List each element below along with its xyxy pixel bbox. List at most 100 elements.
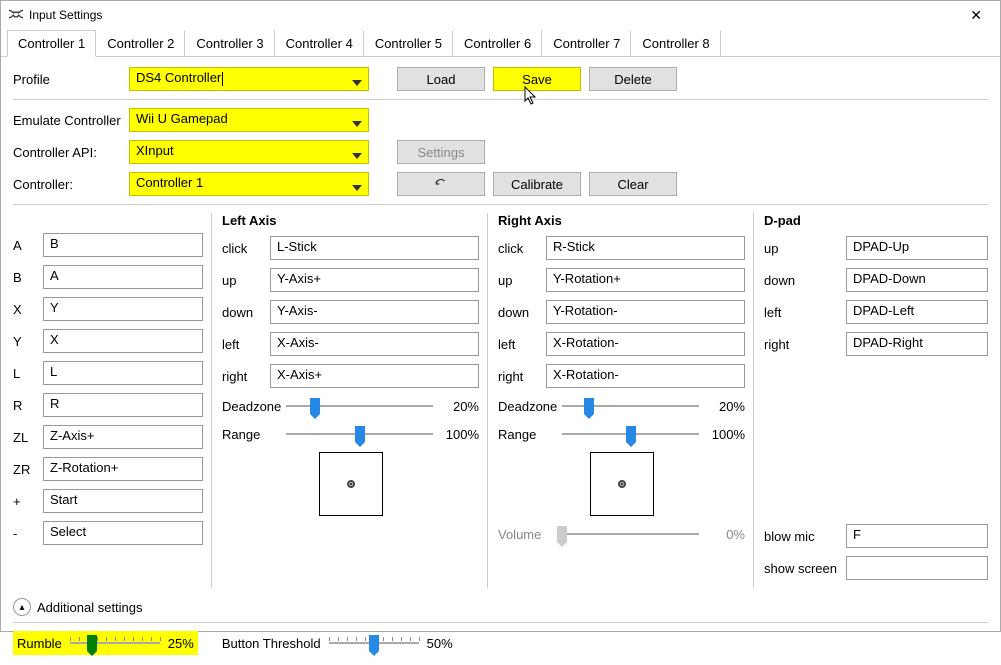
save-button[interactable]: Save xyxy=(493,67,581,91)
rightaxis-deadzone-slider[interactable] xyxy=(562,396,699,416)
leftaxis-range-slider[interactable] xyxy=(286,424,433,444)
rightaxis-map-input[interactable]: Y-Rotation- xyxy=(546,300,745,324)
leftaxis-map-label: left xyxy=(222,337,262,352)
threshold-value: 50% xyxy=(427,636,453,651)
close-button[interactable]: ✕ xyxy=(960,7,992,24)
rightaxis-deadzone-row: Deadzone 20% xyxy=(498,396,745,416)
leftaxis-map-row: upY-Axis+ xyxy=(222,268,479,292)
button-map-row: AB xyxy=(13,233,203,257)
dpad-map-input[interactable]: DPAD-Up xyxy=(846,236,988,260)
rightaxis-stick-visual xyxy=(590,452,654,516)
rightaxis-map-label: right xyxy=(498,369,538,384)
leftaxis-map-label: right xyxy=(222,369,262,384)
tab-controller-7[interactable]: Controller 7 xyxy=(542,30,631,57)
threshold-slider[interactable] xyxy=(329,633,419,653)
rightaxis-map-input[interactable]: X-Rotation- xyxy=(546,332,745,356)
rightaxis-map-label: click xyxy=(498,241,538,256)
dpad-map-label: left xyxy=(764,305,838,320)
leftaxis-map-input[interactable]: L-Stick xyxy=(270,236,479,260)
button-map-input[interactable]: L xyxy=(43,361,203,385)
leftaxis-map-row: downY-Axis- xyxy=(222,300,479,324)
buttons-column: ABBAXYYXLLRRZLZ-Axis+ZRZ-Rotation++Start… xyxy=(13,213,203,588)
tab-controller-3[interactable]: Controller 3 xyxy=(185,30,274,57)
rumble-slider[interactable] xyxy=(70,633,160,653)
api-row: Controller API: XInput Settings xyxy=(13,140,988,164)
window-title: Input Settings xyxy=(29,8,960,22)
leftaxis-map-row: left X-Axis- xyxy=(222,332,479,356)
volume-row: Volume 0% xyxy=(498,524,745,544)
button-map-row: YX xyxy=(13,329,203,353)
controller-select[interactable]: Controller 1 xyxy=(129,172,369,196)
tab-controller-2[interactable]: Controller 2 xyxy=(96,30,185,57)
dpad-map-row: downDPAD-Down xyxy=(764,268,988,292)
button-map-label: X xyxy=(13,302,35,317)
dpad-map-input[interactable]: DPAD-Down xyxy=(846,268,988,292)
button-map-label: R xyxy=(13,398,35,413)
load-button[interactable]: Load xyxy=(397,67,485,91)
blowmic-input[interactable]: F xyxy=(846,524,988,548)
dpad-map-input[interactable]: DPAD-Left xyxy=(846,300,988,324)
button-map-input[interactable]: X xyxy=(43,329,203,353)
titlebar: Input Settings ✕ xyxy=(1,1,1000,29)
leftaxis-map-row: click L-Stick xyxy=(222,236,479,260)
leftaxis-deadzone-row: Deadzone 20% xyxy=(222,396,479,416)
app-icon xyxy=(9,7,23,24)
button-map-row: -Select xyxy=(13,521,203,545)
dpad-map-input[interactable]: DPAD-Right xyxy=(846,332,988,356)
button-map-input[interactable]: Z-Axis+ xyxy=(43,425,203,449)
profile-select[interactable]: DS4 Controller xyxy=(129,67,369,91)
tab-controller-5[interactable]: Controller 5 xyxy=(364,30,453,57)
controller-row: Controller: Controller 1 Calibrate Clear xyxy=(13,172,988,196)
rightaxis-map-input[interactable]: X-Rotation- xyxy=(546,364,745,388)
leftaxis-heading: Left Axis xyxy=(222,213,479,228)
leftaxis-range-row: Range 100% xyxy=(222,424,479,444)
tab-controller-4[interactable]: Controller 4 xyxy=(275,30,364,57)
rumble-value: 25% xyxy=(168,636,194,651)
api-label: Controller API: xyxy=(13,145,121,160)
button-map-row: XY xyxy=(13,297,203,321)
leftaxis-map-input[interactable]: X-Axis+ xyxy=(270,364,479,388)
button-map-input[interactable]: Z-Rotation+ xyxy=(43,457,203,481)
api-select[interactable]: XInput xyxy=(129,140,369,164)
button-map-input[interactable]: Start xyxy=(43,489,203,513)
leftaxis-deadzone-slider[interactable] xyxy=(286,396,433,416)
button-map-input[interactable]: Y xyxy=(43,297,203,321)
refresh-button[interactable] xyxy=(397,172,485,196)
chevron-down-icon xyxy=(352,179,362,194)
rightaxis-map-input[interactable]: R-Stick xyxy=(546,236,745,260)
button-map-row: BA xyxy=(13,265,203,289)
emulate-row: Emulate Controller Wii U Gamepad xyxy=(13,108,988,132)
button-map-input[interactable]: R xyxy=(43,393,203,417)
showscreen-input[interactable] xyxy=(846,556,988,580)
rightaxis-range-slider[interactable] xyxy=(562,424,699,444)
button-map-label: ZL xyxy=(13,430,35,445)
tab-controller-6[interactable]: Controller 6 xyxy=(453,30,542,57)
button-map-input[interactable]: A xyxy=(43,265,203,289)
profile-value: DS4 Controller xyxy=(136,70,221,85)
dpad-column: D-pad upDPAD-UpdownDPAD-DownleftDPAD-Lef… xyxy=(753,213,988,588)
delete-button[interactable]: Delete xyxy=(589,67,677,91)
leftaxis-map-input[interactable]: X-Axis- xyxy=(270,332,479,356)
button-map-input[interactable]: Select xyxy=(43,521,203,545)
rightaxis-map-input[interactable]: Y-Rotation+ xyxy=(546,268,745,292)
additional-expand[interactable]: ▴ Additional settings xyxy=(13,598,988,616)
rightaxis-map-row: up Y-Rotation+ xyxy=(498,268,745,292)
leftaxis-map-label: click xyxy=(222,241,262,256)
rightaxis-map-label: up xyxy=(498,273,538,288)
button-map-label: A xyxy=(13,238,35,253)
settings-button: Settings xyxy=(397,140,485,164)
leftaxis-map-input[interactable]: Y-Axis- xyxy=(270,300,479,324)
button-map-input[interactable]: B xyxy=(43,233,203,257)
leftaxis-stick-visual xyxy=(319,452,383,516)
emulate-select[interactable]: Wii U Gamepad xyxy=(129,108,369,132)
leftaxis-map-input[interactable]: Y-Axis+ xyxy=(270,268,479,292)
calibrate-button[interactable]: Calibrate xyxy=(493,172,581,196)
clear-button[interactable]: Clear xyxy=(589,172,677,196)
rightaxis-map-label: left xyxy=(498,337,538,352)
controller-label: Controller: xyxy=(13,177,121,192)
button-map-label: B xyxy=(13,270,35,285)
rightaxis-map-row: left X-Rotation- xyxy=(498,332,745,356)
tab-controller-1[interactable]: Controller 1 xyxy=(7,30,96,57)
tab-controller-8[interactable]: Controller 8 xyxy=(631,30,720,57)
dpad-map-row: left DPAD-Left xyxy=(764,300,988,324)
